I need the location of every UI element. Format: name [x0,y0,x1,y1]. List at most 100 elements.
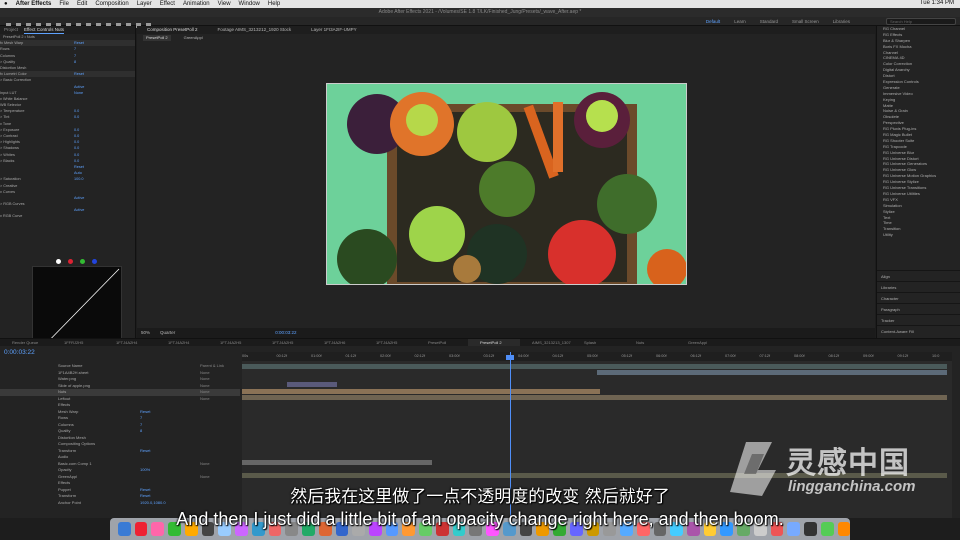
watermark-chinese: 灵感中国 [786,446,910,481]
side-panel-sections: Align Libraries Character Paragraph Tracker C… [877,270,960,336]
layer-bar[interactable] [242,460,432,465]
ruler-tick-label: 04:12f [552,354,564,358]
composition-frame[interactable] [326,83,687,285]
property-label: > Creative [0,183,18,188]
timeline-tab[interactable]: 1FTJ4A2H5 [208,339,260,346]
timeline-tab[interactable]: 1FTJ4A2H5 [364,339,416,346]
effects-presets-panel: RG Channel RG Effects Blur & Sharpen Boris … [876,26,960,338]
viewer-timecode[interactable]: 0:00:03:22 [275,328,296,338]
window-title: Adobe After Effects 2021 - /Volumes/SE 1… [0,8,960,17]
subtab-presetpoll[interactable]: PresetPoll 2 [143,35,171,41]
property-label: v White Balance [0,96,28,101]
mac-menubar: ● After Effects File Edit Composition La… [0,0,960,8]
tab-effect-controls[interactable]: Effect Controls Nuts [24,26,64,34]
panel-section-header[interactable]: Character [877,292,960,303]
workspace-default[interactable]: Default [706,19,720,24]
workspace-switcher: Default Learn Standard Small Screen Libr… [706,17,850,26]
menu-animation[interactable]: Animation [183,1,210,7]
tab-composition[interactable]: Composition PresetPoll 2 [147,26,198,34]
menu-layer[interactable]: Layer [137,1,152,7]
ruler-tick-label: 08:12f [828,354,840,358]
timeline-tab[interactable]: PresetPoll [416,339,468,346]
curve-channel-red[interactable] [68,259,73,264]
menu-view[interactable]: View [218,1,231,7]
timeline-tabs: Render Queue 1FFRJ2H5 1FTJ4A2H4 1FTJ4A2H4 1F… [0,339,960,346]
property-label: > Saturation [0,177,21,182]
menu-window[interactable]: Window [239,1,260,7]
property-label: Input LUT [0,90,17,95]
property-label: v Curves [0,189,15,194]
property-label: fx Mesh Warp [0,41,24,46]
property-label: > Quality [0,59,16,64]
menu-effect[interactable]: Effect [160,1,175,7]
ruler-tick-label: 05:00f [587,354,598,358]
workspace-small-screen[interactable]: Small Screen [792,19,819,24]
layer-bar[interactable] [287,382,337,387]
timeline-tab[interactable]: 1FFRJ2H5 [52,339,104,346]
panel-section-header[interactable]: Paragraph [877,303,960,314]
tab-layer[interactable]: Layer 1FI3A2IF-UMPY [311,26,357,34]
tab-project[interactable]: Project [4,26,18,34]
curve-channel-green[interactable] [80,259,85,264]
curve-channel-white[interactable] [56,259,61,264]
timeline-tab[interactable]: 1FTJ4A2H4 [104,339,156,346]
timeline-tab[interactable]: Nuts [624,339,676,346]
curve-channel-blue[interactable] [92,259,97,264]
ruler-tick-label: 02:12f [414,354,426,358]
ruler-tick-label: 03:12f [483,354,495,358]
subtitle-chinese: 然后我在这里做了一点不透明度的改变 然后就好了 [290,487,670,507]
property-label: > Contrast [0,134,18,138]
timeline-tab[interactable]: AIMS_3213213_1307 [520,339,572,346]
ruler-tick-label: 08:00f [794,354,805,358]
layer-bar[interactable] [242,364,947,369]
ruler-tick-label: 01:00f [311,354,322,358]
ruler-tick-label: 05:12f [621,354,633,358]
ruler-tick-label: 02:00f [380,354,391,358]
timeline-tab[interactable]: 1FTJ4A2H6 [312,339,364,346]
menu-composition[interactable]: Composition [95,1,128,7]
menubar-clock[interactable]: Tue 1:34 PM [920,0,954,6]
timeline-tab[interactable]: Splash [572,339,624,346]
menu-app[interactable]: After Effects [16,1,52,7]
timeline-tab[interactable]: 1FTJ4A2H4 [156,339,208,346]
panel-section-header[interactable]: Libraries [877,281,960,292]
effect-category-item[interactable]: Utility [877,232,960,238]
ruler-tick-label: 03:00f [449,354,460,358]
panel-section-header[interactable]: Align [877,270,960,281]
workspace-learn[interactable]: Learn [734,19,746,24]
panel-section-header[interactable]: Content-Aware Fill [877,325,960,336]
effect-property-row[interactable]: v RGB Curve [0,213,135,219]
layer-bar[interactable] [597,370,947,375]
menu-edit[interactable]: Edit [77,1,87,7]
workspace-standard[interactable]: Standard [760,19,778,24]
layer-bar[interactable] [242,389,600,394]
zoom-level[interactable]: 50% [141,328,150,338]
subtab-greenappl[interactable]: GreenAppl [181,35,206,41]
panel-section-header[interactable]: Tracker [877,314,960,325]
property-label: Distortion Mesh [0,65,27,70]
resolution-select[interactable]: Quarter [160,328,175,338]
timeline-timecode[interactable]: 0:00:03:22 [4,349,35,356]
property-label: > Basic Correction [0,78,32,83]
ruler-tick-label: 00:12f [276,354,288,358]
ruler-tick-label: 07:00f [725,354,736,358]
help-search-input[interactable]: Search Help [886,18,956,25]
workspace-libraries[interactable]: Libraries [833,19,850,24]
menu-help[interactable]: Help [268,1,280,7]
time-ruler[interactable]: 00s 00:12f 01:00f 01:12f 02:00f 02:12f 03:00f 0… [242,352,952,361]
apple-menu-icon[interactable]: ● [4,1,8,7]
property-label: v RGB Curve [0,214,23,219]
timeline-tab[interactable]: 1FTJ4A2H5 [260,339,312,346]
ruler-tick-label: 06:12f [690,354,702,358]
property-label: > Whites [0,152,15,157]
property-label: > Highlights [0,140,20,145]
timeline-tab[interactable]: Render Queue [0,339,52,346]
menu-file[interactable]: File [59,1,69,7]
layer-bar[interactable] [242,395,947,400]
timeline-tab[interactable]: GreenAppl [676,339,728,346]
tab-footage[interactable]: Footage AIMS_3213212_1920 Stock [218,26,292,34]
effect-controls-panel: Project Effect Controls Nuts PresetPoll … [0,26,136,358]
property-label: Columns [0,53,15,58]
ruler-tick-label: 09:12f [897,354,909,358]
timeline-tab[interactable]: PresetPoll 2 [468,339,520,346]
